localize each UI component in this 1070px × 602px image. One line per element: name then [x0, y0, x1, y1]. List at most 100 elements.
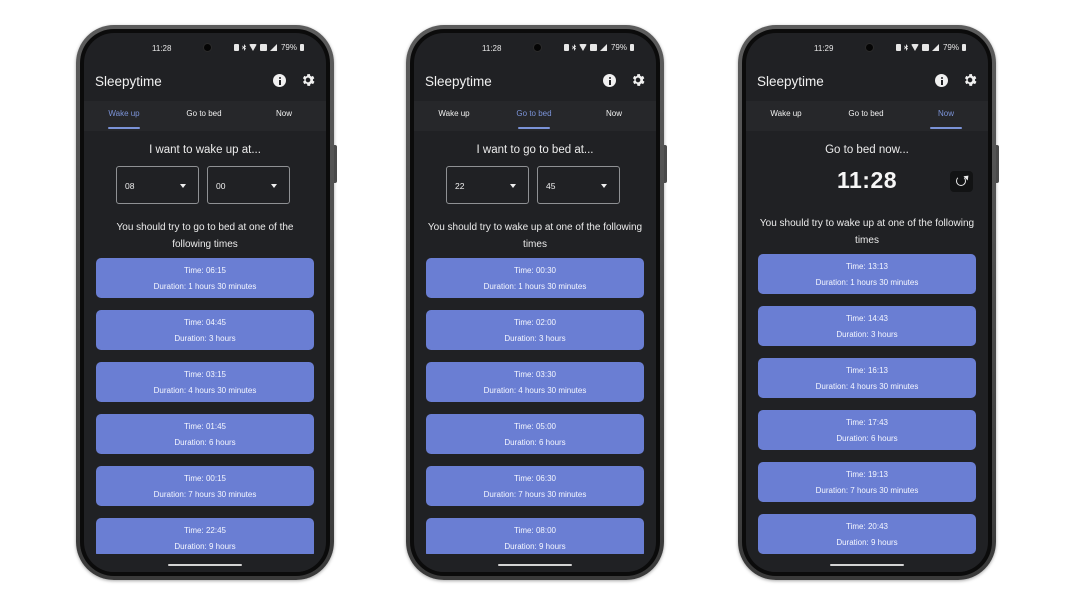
chevron-down-icon [180, 184, 186, 188]
tab-now[interactable]: Now [244, 101, 324, 131]
card-time: Time: 06:15 [184, 266, 226, 275]
card-time: Time: 17:43 [846, 418, 888, 427]
tab-go-to-bed[interactable]: Go to bed [494, 101, 574, 131]
tab-wake-up[interactable]: Wake up [414, 101, 494, 131]
minute-value: 00 [216, 181, 226, 191]
time-card[interactable]: Time: 00:30 Duration: 1 hours 30 minutes [426, 258, 644, 298]
tab-label: Wake up [770, 109, 802, 118]
card-time: Time: 05:00 [514, 422, 556, 431]
phone-go-to-bed: 11:28 79% Sleepytime Wake up Go to bed N… [406, 25, 667, 580]
suggestion-text: You should try to go to bed at one of th… [116, 222, 294, 250]
info-icon[interactable] [273, 74, 286, 87]
card-time: Time: 06:30 [514, 474, 556, 483]
time-card[interactable]: Time: 05:00 Duration: 6 hours [426, 414, 644, 454]
card-time: Time: 08:00 [514, 526, 556, 535]
battery-icon [630, 44, 634, 51]
time-card[interactable]: Time: 20:43 Duration: 9 hours [758, 514, 976, 554]
tab-label: Now [275, 109, 292, 118]
tab-label: Go to bed [516, 109, 552, 118]
nfc-icon [921, 44, 929, 51]
card-duration: Duration: 7 hours 30 minutes [153, 490, 257, 499]
time-card[interactable]: Time: 03:15 Duration: 4 hours 30 minutes [96, 362, 314, 402]
battery-percent: 79% [280, 43, 297, 52]
minute-dropdown[interactable]: 00 [207, 166, 290, 204]
tab-go-to-bed[interactable]: Go to bed [164, 101, 244, 131]
tab-wake-up[interactable]: Wake up [746, 101, 826, 131]
card-duration: Duration: 3 hours [504, 334, 566, 343]
card-time: Time: 13:13 [846, 262, 888, 271]
card-time: Time: 19:13 [846, 470, 888, 479]
refresh-button[interactable] [950, 171, 973, 192]
time-card[interactable]: Time: 06:30 Duration: 7 hours 30 minutes [426, 466, 644, 506]
time-card[interactable]: Time: 00:15 Duration: 7 hours 30 minutes [96, 466, 314, 506]
card-duration: Duration: 7 hours 30 minutes [815, 486, 919, 495]
status-icons: 79% [895, 43, 966, 52]
hour-dropdown[interactable]: 08 [116, 166, 199, 204]
card-duration: Duration: 1 hours 30 minutes [815, 278, 919, 287]
tab-bar: Wake up Go to bed Now [84, 101, 326, 131]
app-bar: Sleepytime [746, 65, 988, 101]
chevron-down-icon [271, 184, 277, 188]
tab-go-to-bed[interactable]: Go to bed [826, 101, 906, 131]
home-gesture-handle[interactable] [498, 564, 572, 566]
time-card[interactable]: Time: 17:43 Duration: 6 hours [758, 410, 976, 450]
power-button [996, 145, 999, 183]
card-time: Time: 14:43 [846, 314, 888, 323]
battery-icon [300, 44, 304, 51]
time-card[interactable]: Time: 14:43 Duration: 3 hours [758, 306, 976, 346]
power-button [334, 145, 337, 183]
phone-screen: 11:28 79% Sleepytime Wake up Go to bed N… [84, 33, 326, 572]
gear-icon[interactable] [630, 72, 646, 88]
prompt-text: I want to go to bed at... [476, 144, 594, 156]
tab-now[interactable]: Now [574, 101, 654, 131]
time-card[interactable]: Time: 02:00 Duration: 3 hours [426, 310, 644, 350]
card-time: Time: 20:43 [846, 522, 888, 531]
info-icon[interactable] [603, 74, 616, 87]
time-card[interactable]: Time: 08:00 Duration: 9 hours [426, 518, 644, 558]
gear-icon[interactable] [300, 72, 316, 88]
signal-icon [269, 44, 277, 51]
app-bar: Sleepytime [84, 65, 326, 101]
battery-percent: 79% [942, 43, 959, 52]
suggestion-text: You should try to wake up at one of the … [759, 218, 975, 246]
front-camera [533, 43, 542, 52]
time-card[interactable]: Time: 22:45 Duration: 9 hours [96, 518, 314, 558]
wifi-icon [578, 44, 587, 51]
wifi-icon [248, 44, 257, 51]
info-icon[interactable] [935, 74, 948, 87]
time-card[interactable]: Time: 16:13 Duration: 4 hours 30 minutes [758, 358, 976, 398]
front-camera [865, 43, 874, 52]
card-duration: Duration: 9 hours [504, 542, 566, 551]
showcase-stage: 11:28 79% Sleepytime Wake up Go to bed N… [0, 0, 1070, 602]
tab-indicator [930, 127, 962, 129]
card-time: Time: 16:13 [846, 366, 888, 375]
tab-now[interactable]: Now [906, 101, 986, 131]
time-card[interactable]: Time: 04:45 Duration: 3 hours [96, 310, 314, 350]
tab-label: Now [937, 109, 954, 118]
card-duration: Duration: 6 hours [836, 434, 898, 443]
time-card[interactable]: Time: 06:15 Duration: 1 hours 30 minutes [96, 258, 314, 298]
home-gesture-handle[interactable] [168, 564, 242, 566]
tab-label: Now [605, 109, 622, 118]
tab-label: Go to bed [848, 109, 884, 118]
home-gesture-handle[interactable] [830, 564, 904, 566]
card-duration: Duration: 3 hours [836, 330, 898, 339]
time-card[interactable]: Time: 01:45 Duration: 6 hours [96, 414, 314, 454]
gear-icon[interactable] [962, 72, 978, 88]
gesture-nav-bar [746, 554, 988, 572]
minute-dropdown[interactable]: 45 [537, 166, 620, 204]
phone-now: 11:29 79% Sleepytime Wake up Go to bed N… [738, 25, 999, 580]
time-card[interactable]: Time: 19:13 Duration: 7 hours 30 minutes [758, 462, 976, 502]
card-duration: Duration: 4 hours 30 minutes [483, 386, 587, 395]
tab-content: I want to wake up at... 08 00 You should… [84, 131, 326, 572]
suggestion-text: You should try to wake up at one of the … [427, 222, 643, 250]
hour-dropdown[interactable]: 22 [446, 166, 529, 204]
time-card[interactable]: Time: 13:13 Duration: 1 hours 30 minutes [758, 254, 976, 294]
time-card[interactable]: Time: 03:30 Duration: 4 hours 30 minutes [426, 362, 644, 402]
card-duration: Duration: 9 hours [174, 542, 236, 551]
card-time: Time: 22:45 [184, 526, 226, 535]
gesture-nav-bar [414, 554, 656, 572]
status-bar: 11:28 79% [84, 33, 326, 65]
card-time: Time: 01:45 [184, 422, 226, 431]
tab-wake-up[interactable]: Wake up [84, 101, 164, 131]
